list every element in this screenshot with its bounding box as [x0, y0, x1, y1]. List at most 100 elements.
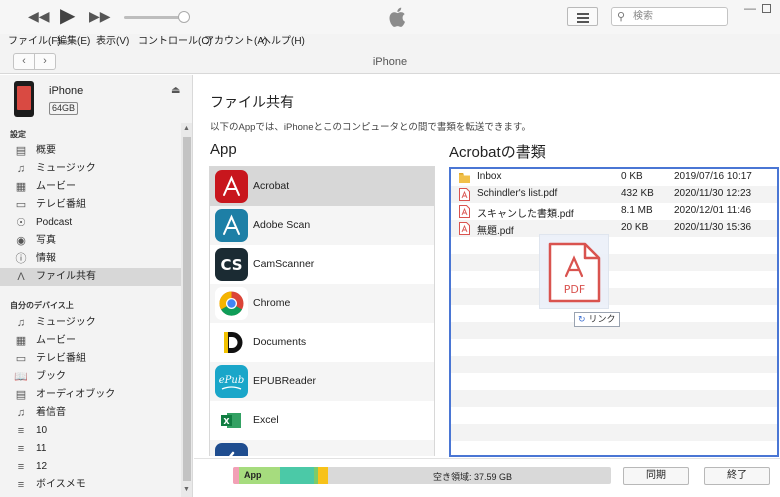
summary-icon: ▤ — [15, 145, 27, 157]
app-row-partial[interactable] — [210, 440, 434, 456]
sidebar-item-device-music[interactable]: ♫ ミュージック — [0, 314, 181, 332]
adobe-scan-icon — [215, 209, 248, 242]
sidebar-item-label: ブック — [36, 371, 66, 382]
sidebar-item-file-sharing[interactable]: Λ ファイル共有 — [0, 268, 181, 286]
dragged-pdf-file[interactable]: PDF — [539, 234, 609, 309]
eject-icon[interactable]: ⏏ — [171, 85, 180, 96]
list-view-button[interactable] — [567, 7, 598, 26]
app-row-camscanner[interactable]: CS CamScanner — [210, 245, 434, 284]
sidebar-item-device-ringtones[interactable]: ♫ 着信音 — [0, 404, 181, 422]
sidebar-item-voice-memos[interactable]: ≡ ボイスメモ — [0, 476, 181, 494]
navigation-row: ‹ › iPhone — [0, 50, 780, 74]
music-note-icon: ♫ — [16, 163, 26, 175]
menu-edit[interactable]: 編集(E) — [57, 36, 90, 48]
menu-bar: ファイル(F) 編集(E) 表示(V) コントロール(C) アカウント(A) ヘ… — [0, 34, 780, 50]
sidebar-item-device-books[interactable]: 📖 ブック — [0, 368, 181, 386]
playlist-icon: ≡ — [17, 425, 25, 437]
sidebar-item-label: ミュージック — [36, 317, 96, 328]
maximize-icon[interactable] — [762, 4, 771, 13]
menu-controls[interactable]: コントロール(C) — [138, 36, 212, 48]
sidebar-item-playlist-11[interactable]: ≡ 11 — [0, 440, 181, 458]
search-input[interactable]: ⚲ 検索 — [611, 7, 728, 26]
app-name: Excel — [253, 414, 279, 426]
playlist-icon: ≡ — [17, 461, 25, 473]
file-date: 2019/07/16 10:17 — [674, 171, 752, 182]
app-list: Acrobat Adobe Scan CS CamScanner Chrome … — [209, 166, 435, 456]
tv-icon: ▭ — [15, 199, 27, 211]
camera-icon: ◉ — [16, 235, 26, 247]
epubreader-icon: ePub — [215, 365, 248, 398]
sidebar-item-movies[interactable]: ▦ ムービー — [0, 178, 181, 196]
search-placeholder: 検索 — [633, 11, 653, 22]
file-date: 2020/12/01 11:46 — [674, 205, 752, 216]
sidebar-item-podcast[interactable]: ☉ Podcast — [0, 214, 181, 232]
volume-slider[interactable] — [124, 16, 186, 19]
sync-button[interactable]: 同期 — [623, 467, 689, 485]
music-note-icon: ♫ — [16, 317, 26, 329]
scroll-up-icon[interactable]: ▲ — [183, 125, 190, 133]
volume-knob[interactable] — [178, 11, 190, 23]
sidebar-item-playlist-10[interactable]: ≡ 10 — [0, 422, 181, 440]
app-name: EPUBReader — [253, 375, 317, 387]
play-icon[interactable]: ▶ — [60, 5, 75, 27]
app-name: Acrobat — [253, 180, 290, 192]
done-button[interactable]: 終了 — [704, 467, 770, 485]
sidebar-item-device-movies[interactable]: ▦ ムービー — [0, 332, 181, 350]
app-row-chrome[interactable]: Chrome — [210, 284, 434, 323]
document-row[interactable]: 無題.pdf 20 KB 2020/11/30 15:36 — [451, 220, 777, 237]
scrollbar-thumb[interactable] — [183, 137, 191, 481]
sidebar-item-device-tv[interactable]: ▭ テレビ番組 — [0, 350, 181, 368]
sidebar-item-photos[interactable]: ◉ 写真 — [0, 232, 181, 250]
document-row[interactable]: Inbox 0 KB 2019/07/16 10:17 — [451, 169, 777, 186]
sidebar-item-label: ムービー — [36, 181, 76, 192]
svg-text:ePub: ePub — [219, 375, 245, 386]
capacity-badge: 64GB — [49, 102, 79, 115]
device-name: iPhone — [49, 85, 84, 97]
document-row[interactable]: Schindler's list.pdf 432 KB 2020/11/30 1… — [451, 186, 777, 203]
pdf-file-icon: PDF — [548, 242, 601, 303]
chrome-icon — [215, 287, 248, 320]
rewind-icon[interactable]: ◀◀ — [28, 8, 50, 24]
sidebar-item-info[interactable]: ⓘ 情報 — [0, 250, 181, 268]
app-row-adobe-scan[interactable]: Adobe Scan — [210, 206, 434, 245]
document-row[interactable]: スキャンした書類.pdf 8.1 MB 2020/12/01 11:46 — [451, 203, 777, 220]
pdf-file-icon — [459, 205, 470, 218]
app-row-documents[interactable]: Documents — [210, 323, 434, 362]
file-date: 2020/11/30 12:23 — [674, 188, 752, 199]
sidebar-item-device-audiobooks[interactable]: ▤ オーディオブック — [0, 386, 181, 404]
device-header[interactable]: iPhone 64GB ⏏ — [0, 75, 192, 123]
menu-account[interactable]: アカウント(A) — [204, 36, 267, 48]
menu-view[interactable]: 表示(V) — [96, 36, 129, 48]
documents-column-title: Acrobatの書類 — [449, 144, 546, 161]
sidebar-item-tv[interactable]: ▭ テレビ番組 — [0, 196, 181, 214]
link-icon: ↻ — [578, 314, 586, 324]
app-name: Documents — [253, 336, 307, 348]
minimize-icon[interactable]: — — [744, 1, 756, 15]
sidebar-item-playlist-12[interactable]: ≡ 12 — [0, 458, 181, 476]
bell-icon: ♫ — [16, 407, 26, 419]
app-row-epubreader[interactable]: ePub EPUBReader — [210, 362, 434, 401]
sidebar-item-label: ミュージック — [36, 163, 96, 174]
fast-forward-icon[interactable]: ▶▶ — [89, 8, 111, 24]
sidebar-item-label: ムービー — [36, 335, 76, 346]
app-row-acrobat[interactable]: Acrobat — [210, 167, 434, 206]
drag-pdf-label: PDF — [564, 283, 585, 296]
sidebar: iPhone 64GB ⏏ 設定 ▤ 概要 ♫ ミュージック ▦ ムービー ▭ … — [0, 75, 193, 497]
sidebar-item-music[interactable]: ♫ ミュージック — [0, 160, 181, 178]
sidebar-item-label: 情報 — [36, 253, 56, 264]
menu-help[interactable]: ヘルプ(H) — [261, 36, 305, 48]
menu-file[interactable]: ファイル(F) — [8, 36, 61, 48]
svg-text:CS: CS — [220, 256, 242, 274]
app-row-excel[interactable]: X Excel — [210, 401, 434, 440]
info-icon: ⓘ — [15, 253, 27, 265]
pdf-file-icon — [459, 222, 470, 235]
app-store-icon: Λ — [17, 271, 25, 283]
section-description: 以下のAppでは、iPhoneとこのコンピュータとの間で書類を転送できます。 — [210, 122, 531, 133]
podcast-icon: ☉ — [16, 217, 26, 229]
file-name: スキャンした書類.pdf — [477, 209, 574, 220]
sidebar-item-label: テレビ番組 — [36, 353, 86, 364]
scroll-down-icon[interactable]: ▼ — [183, 486, 190, 494]
sidebar-scrollbar[interactable]: ▲ ▼ — [181, 123, 192, 497]
file-size: 8.1 MB — [621, 205, 653, 216]
sidebar-item-summary[interactable]: ▤ 概要 — [0, 142, 181, 160]
